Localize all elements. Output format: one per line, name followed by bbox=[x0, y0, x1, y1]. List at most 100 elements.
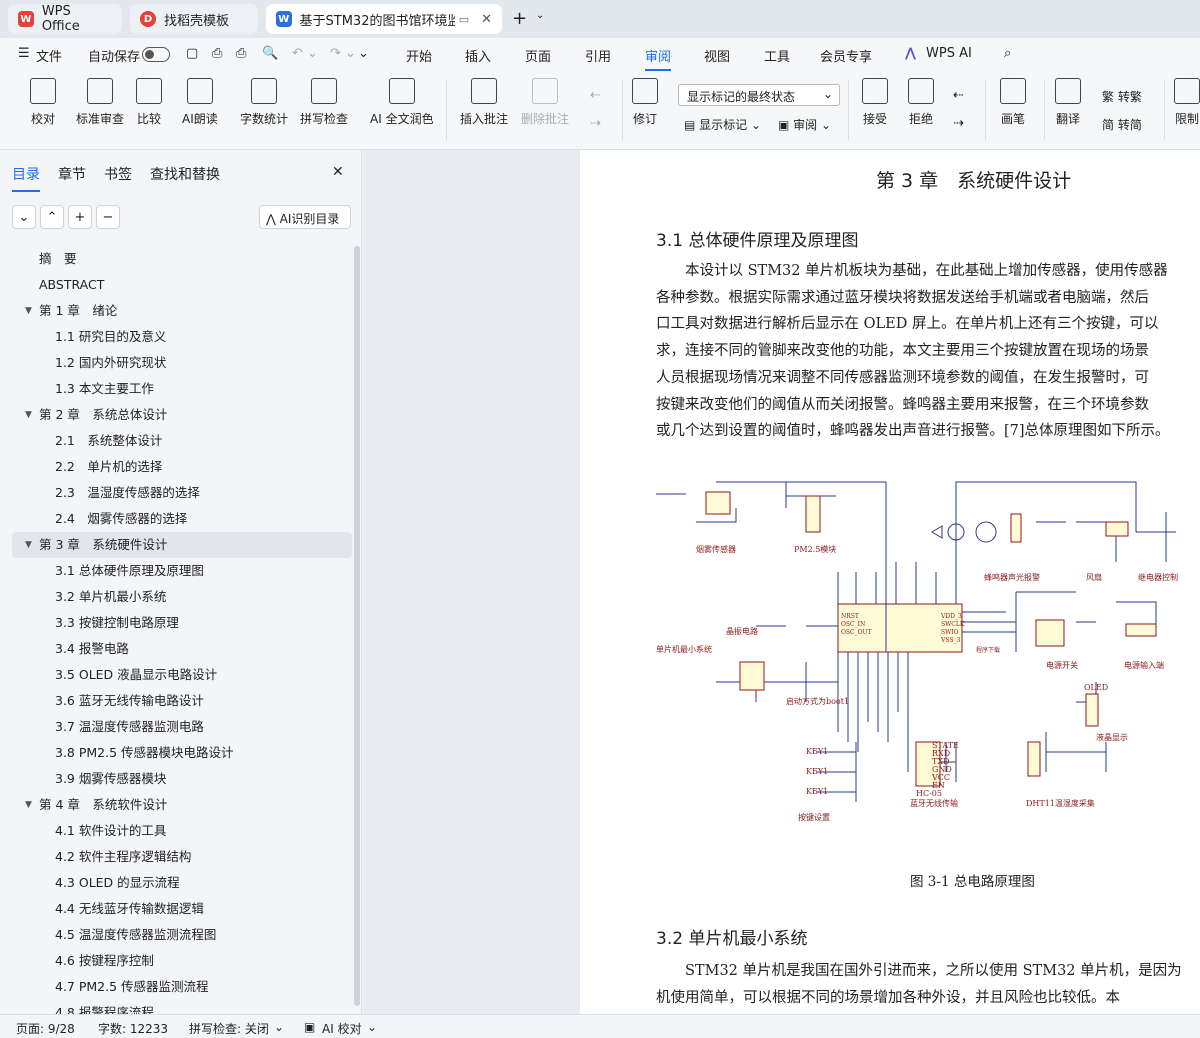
menu-start[interactable]: 开始 bbox=[406, 46, 432, 65]
revise-button[interactable]: 修订 bbox=[632, 78, 658, 127]
insert-comment-button[interactable]: 插入批注 bbox=[460, 78, 508, 127]
prev-comment-icon[interactable]: ⇠ bbox=[590, 88, 601, 103]
restrict-button[interactable]: 限制 bbox=[1174, 78, 1200, 127]
toc-item[interactable]: 3.9 烟雾传感器模块 bbox=[12, 766, 352, 792]
reject-button[interactable]: 拒绝 bbox=[908, 78, 934, 127]
save-icon[interactable]: ▢ bbox=[186, 46, 198, 61]
pen-button[interactable]: 画笔 bbox=[1000, 78, 1026, 127]
monitor-icon[interactable]: ▭ bbox=[459, 13, 469, 26]
toc-item[interactable]: 4.5 温湿度传感器监测流程图 bbox=[12, 922, 352, 948]
toc-item[interactable]: 4.1 软件设计的工具 bbox=[12, 818, 352, 844]
more-chevron-icon[interactable]: ⌄ bbox=[358, 46, 369, 61]
translate-button[interactable]: 翻译 bbox=[1055, 78, 1081, 127]
new-tab-icon[interactable]: + bbox=[512, 8, 527, 29]
toc-item[interactable]: ▼ 第 3 章 系统硬件设计 bbox=[12, 532, 352, 558]
accept-button[interactable]: 接受 bbox=[862, 78, 888, 127]
show-mode-select[interactable]: 显示标记的最终状态 ⌄ bbox=[678, 84, 840, 106]
toc-item[interactable]: 3.2 单片机最小系统 bbox=[12, 584, 352, 610]
toc-item[interactable]: 3.1 总体硬件原理及原理图 bbox=[12, 558, 352, 584]
toc-item[interactable]: 2.3 温湿度传感器的选择 bbox=[12, 480, 352, 506]
toc-item[interactable]: 4.4 无线蓝牙传输数据逻辑 bbox=[12, 896, 352, 922]
hamburger-icon[interactable]: ☰ bbox=[18, 46, 30, 61]
toc-scrollbar[interactable] bbox=[354, 246, 360, 1006]
menu-page[interactable]: 页面 bbox=[525, 46, 551, 65]
close-tab-icon[interactable]: ✕ bbox=[481, 12, 492, 27]
document-page[interactable]: 第 3 章 系统硬件设计 3.1 总体硬件原理及原理图 本设计以 STM32 单… bbox=[580, 150, 1200, 1014]
next-comment-icon[interactable]: ⇢ bbox=[590, 116, 601, 131]
page-indicator[interactable]: 页面: 9/28 bbox=[16, 1020, 75, 1037]
toc-item[interactable]: 1.1 研究目的及意义 bbox=[12, 324, 352, 350]
toc-item[interactable]: ▼ 第 2 章 系统总体设计 bbox=[12, 402, 352, 428]
menu-wps-ai[interactable]: WPS AI bbox=[926, 46, 972, 61]
toc-item[interactable]: 4.7 PM2.5 传感器监测流程 bbox=[12, 974, 352, 1000]
tab-list-chevron-icon[interactable]: ⌄ bbox=[536, 10, 544, 21]
tab-find-replace[interactable]: 查找和替换 bbox=[150, 164, 220, 192]
export-pdf-icon[interactable]: ⎙ bbox=[212, 46, 222, 61]
autosave-toggle[interactable] bbox=[142, 47, 170, 62]
menu-file[interactable]: 文件 bbox=[36, 46, 62, 65]
standard-review-button[interactable]: 标准审查 bbox=[76, 78, 124, 127]
spellcheck-button[interactable]: 拼写检查 bbox=[300, 78, 348, 127]
toc-item[interactable]: ABSTRACT bbox=[12, 272, 352, 298]
proof-button[interactable]: 校对 bbox=[30, 78, 56, 127]
menu-reference[interactable]: 引用 bbox=[585, 46, 611, 65]
toc-item[interactable]: 3.7 温湿度传感器监测电路 bbox=[12, 714, 352, 740]
menu-insert[interactable]: 插入 bbox=[465, 46, 491, 65]
search-icon[interactable]: ⌕ bbox=[1004, 46, 1011, 61]
toc-item[interactable]: 3.6 蓝牙无线传输电路设计 bbox=[12, 688, 352, 714]
toc-item[interactable]: 3.3 按键控制电路原理 bbox=[12, 610, 352, 636]
menu-vip[interactable]: 会员专享 bbox=[820, 46, 872, 65]
toc-item[interactable]: 3.8 PM2.5 传感器模块电路设计 bbox=[12, 740, 352, 766]
menu-view[interactable]: 视图 bbox=[704, 46, 730, 65]
show-marks-button[interactable]: ▤ 显示标记 ⌄ bbox=[684, 116, 761, 133]
toc-item[interactable]: 4.2 软件主程序逻辑结构 bbox=[12, 844, 352, 870]
next-change-icon[interactable]: ⇢ bbox=[953, 116, 964, 131]
redo-icon[interactable]: ↷ ⌄ bbox=[330, 46, 356, 61]
ai-proof-status[interactable]: AI 校对 bbox=[322, 1020, 362, 1037]
undo-icon[interactable]: ↶ ⌄ bbox=[292, 46, 318, 61]
expand-arrow-icon[interactable]: ▼ bbox=[25, 532, 32, 558]
toc-item[interactable]: 3.5 OLED 液晶显示电路设计 bbox=[12, 662, 352, 688]
tab-toc[interactable]: 目录 bbox=[12, 164, 40, 192]
menu-review[interactable]: 审阅 bbox=[645, 46, 672, 71]
toc-item[interactable]: 2.4 烟雾传感器的选择 bbox=[12, 506, 352, 532]
toc-item[interactable]: 4.6 按键程序控制 bbox=[12, 948, 352, 974]
print-icon[interactable]: ⎙ bbox=[236, 46, 246, 61]
toc-item[interactable]: 2.1 系统整体设计 bbox=[12, 428, 352, 454]
word-count[interactable]: 字数: 12233 bbox=[98, 1020, 168, 1037]
prev-change-icon[interactable]: ⇠ bbox=[953, 88, 964, 103]
expand-arrow-icon[interactable]: ▼ bbox=[25, 298, 32, 324]
toc-item[interactable]: 1.3 本文主要工作 bbox=[12, 376, 352, 402]
toc-item[interactable]: 1.2 国内外研究现状 bbox=[12, 350, 352, 376]
tab-chapters[interactable]: 章节 bbox=[58, 164, 86, 192]
menu-tools[interactable]: 工具 bbox=[764, 46, 790, 65]
toc-item[interactable]: ▼ 第 1 章 绪论 bbox=[12, 298, 352, 324]
toc-item[interactable]: 4.3 OLED 的显示流程 bbox=[12, 870, 352, 896]
to-simplified-button[interactable]: 简 转简 bbox=[1102, 116, 1142, 133]
tab-template[interactable]: D 找稻壳模板 bbox=[130, 4, 258, 34]
expand-arrow-icon[interactable]: ▼ bbox=[25, 402, 32, 428]
tab-wps-office[interactable]: W WPS Office bbox=[8, 4, 122, 34]
tab-bookmarks[interactable]: 书签 bbox=[104, 164, 132, 192]
wordcount-button[interactable]: 字数统计 bbox=[240, 78, 288, 127]
ai-polish-button[interactable]: AI 全文润色 bbox=[370, 78, 434, 127]
expand-arrow-icon[interactable]: ▼ bbox=[25, 792, 32, 818]
spell-status[interactable]: 拼写检查: 关闭 bbox=[189, 1020, 269, 1037]
to-traditional-button[interactable]: 繁 转繁 bbox=[1102, 88, 1142, 105]
tab-document[interactable]: W 基于STM32的图书馆环境监 ▭ ✕ bbox=[266, 4, 502, 34]
collapse-down-button[interactable]: ⌄ bbox=[12, 205, 36, 229]
toc-item[interactable]: 2.2 单片机的选择 bbox=[12, 454, 352, 480]
collapse-up-button[interactable]: ⌃ bbox=[40, 205, 64, 229]
close-pane-icon[interactable]: ✕ bbox=[332, 164, 344, 180]
ai-read-button[interactable]: AI朗读 bbox=[182, 78, 218, 127]
toc-item[interactable]: 摘 要 bbox=[12, 246, 352, 272]
toc-item[interactable]: ▼ 第 4 章 系统软件设计 bbox=[12, 792, 352, 818]
print-preview-icon[interactable]: 🔍 bbox=[262, 46, 278, 61]
delete-comment-button[interactable]: 删除批注 bbox=[521, 78, 569, 127]
ai-toc-button[interactable]: ⋀ AI识别目录 bbox=[259, 205, 351, 229]
compare-button[interactable]: 比较 bbox=[136, 78, 162, 127]
add-heading-button[interactable]: + bbox=[68, 205, 92, 229]
review-pane-button[interactable]: ▣ 审阅 ⌄ bbox=[778, 116, 831, 133]
toc-item[interactable]: 3.4 报警电路 bbox=[12, 636, 352, 662]
remove-heading-button[interactable]: − bbox=[96, 205, 120, 229]
